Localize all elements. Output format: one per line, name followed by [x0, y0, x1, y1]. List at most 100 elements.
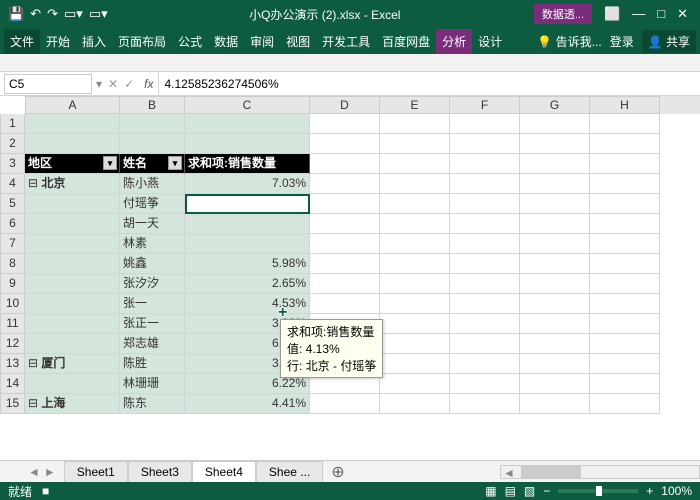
cell-region[interactable] [25, 134, 120, 154]
cell-region[interactable]: ⊟ 北京 [25, 174, 120, 194]
fx-icon[interactable]: fx [140, 77, 157, 91]
row-header[interactable]: 7 [0, 234, 25, 254]
spreadsheet-grid[interactable]: ABCDEFGH 123地区▾姓名▾求和项:销售数量4⊟ 北京陈小燕7.03%5… [0, 96, 700, 414]
col-header[interactable]: A [25, 96, 120, 114]
cell-value[interactable]: 5.98% [185, 254, 310, 274]
login-button[interactable]: 登录 [610, 33, 634, 50]
cell[interactable] [590, 154, 660, 174]
cell-name[interactable]: 张汐汐 [120, 274, 185, 294]
cell[interactable] [380, 394, 450, 414]
cell[interactable] [380, 254, 450, 274]
cell[interactable] [520, 114, 590, 134]
sheet-tab[interactable]: Sheet4 [192, 461, 256, 483]
cell-value[interactable] [185, 234, 310, 254]
cell[interactable] [590, 394, 660, 414]
redo-icon[interactable]: ↷ [47, 6, 58, 22]
cell[interactable] [380, 274, 450, 294]
cell-name[interactable]: 郑志雄 [120, 334, 185, 354]
sheet-tab[interactable]: Shee ... [256, 461, 323, 483]
cell[interactable] [450, 234, 520, 254]
ribbon-tab-9[interactable]: 百度网盘 [376, 29, 436, 54]
cell[interactable] [450, 154, 520, 174]
cell[interactable] [590, 194, 660, 214]
cell[interactable] [520, 214, 590, 234]
row-header[interactable]: 11 [0, 314, 25, 334]
row-header[interactable]: 2 [0, 134, 25, 154]
cell-name[interactable]: 张一 [120, 294, 185, 314]
qat-icon-2[interactable]: ▭▾ [89, 6, 108, 22]
view-normal-icon[interactable]: ▦ [485, 484, 496, 498]
col-header[interactable]: G [520, 96, 590, 114]
cell-name[interactable]: 姚鑫 [120, 254, 185, 274]
ribbon-tab-7[interactable]: 视图 [280, 29, 316, 54]
row-header[interactable]: 9 [0, 274, 25, 294]
row-header[interactable]: 6 [0, 214, 25, 234]
cell-region[interactable]: ⊟ 厦门 [25, 354, 120, 374]
cell[interactable] [310, 154, 380, 174]
pivot-header-region[interactable]: 地区▾ [25, 154, 120, 174]
cell[interactable] [380, 214, 450, 234]
cell-name[interactable] [120, 114, 185, 134]
cell[interactable] [380, 194, 450, 214]
cell[interactable] [520, 134, 590, 154]
cell[interactable] [450, 374, 520, 394]
ribbon-tab-11[interactable]: 设计 [472, 29, 508, 54]
share-button[interactable]: 👤 共享 [642, 30, 696, 53]
cell[interactable] [520, 194, 590, 214]
cell[interactable] [380, 154, 450, 174]
cell[interactable] [450, 314, 520, 334]
cell[interactable] [450, 194, 520, 214]
cell[interactable] [310, 174, 380, 194]
maximize-icon[interactable]: □ [657, 6, 665, 22]
cell[interactable] [310, 254, 380, 274]
name-box[interactable] [4, 74, 92, 94]
sheet-tab[interactable]: Sheet3 [128, 461, 192, 483]
cell[interactable] [450, 394, 520, 414]
cell[interactable] [380, 294, 450, 314]
collapse-icon[interactable]: ⊟ [28, 176, 38, 190]
cell[interactable] [380, 314, 450, 334]
cell-name[interactable]: 陈胜 [120, 354, 185, 374]
cell[interactable] [450, 214, 520, 234]
pivot-header-name[interactable]: 姓名▾ [120, 154, 185, 174]
cell-value[interactable]: 4.41% [185, 394, 310, 414]
cell[interactable] [450, 354, 520, 374]
cell-value[interactable] [185, 134, 310, 154]
sheet-nav-prev-icon[interactable]: ◄ [28, 465, 40, 479]
cell[interactable] [590, 354, 660, 374]
cell[interactable] [450, 174, 520, 194]
cell[interactable] [520, 314, 590, 334]
cell-region[interactable] [25, 234, 120, 254]
cell-region[interactable] [25, 294, 120, 314]
cell[interactable] [590, 114, 660, 134]
cell[interactable] [310, 114, 380, 134]
cell-region[interactable] [25, 334, 120, 354]
cell[interactable] [310, 274, 380, 294]
cell[interactable] [520, 174, 590, 194]
cell[interactable] [380, 134, 450, 154]
view-layout-icon[interactable]: ▤ [505, 484, 516, 498]
zoom-in-icon[interactable]: + [646, 484, 653, 498]
col-header[interactable]: H [590, 96, 660, 114]
cell[interactable] [520, 274, 590, 294]
cell-name[interactable]: 林珊珊 [120, 374, 185, 394]
zoom-out-icon[interactable]: − [543, 484, 550, 498]
row-header[interactable]: 5 [0, 194, 25, 214]
sheet-nav-next-icon[interactable]: ► [44, 465, 56, 479]
cell-name[interactable]: 付瑶筝 [120, 194, 185, 214]
cell[interactable] [310, 134, 380, 154]
zoom-slider[interactable] [558, 489, 638, 493]
cell[interactable] [520, 294, 590, 314]
row-header[interactable]: 1 [0, 114, 25, 134]
enter-formula-icon[interactable]: ✓ [124, 77, 134, 91]
cell[interactable] [590, 254, 660, 274]
cell[interactable] [310, 194, 380, 214]
collapse-icon[interactable]: ⊟ [28, 356, 38, 370]
cell-name[interactable]: 陈小燕 [120, 174, 185, 194]
cell-region[interactable] [25, 274, 120, 294]
cell[interactable] [520, 334, 590, 354]
row-header[interactable]: 3 [0, 154, 25, 174]
cell-name[interactable]: 张正一 [120, 314, 185, 334]
cell-value[interactable] [185, 194, 310, 214]
cell[interactable] [590, 174, 660, 194]
